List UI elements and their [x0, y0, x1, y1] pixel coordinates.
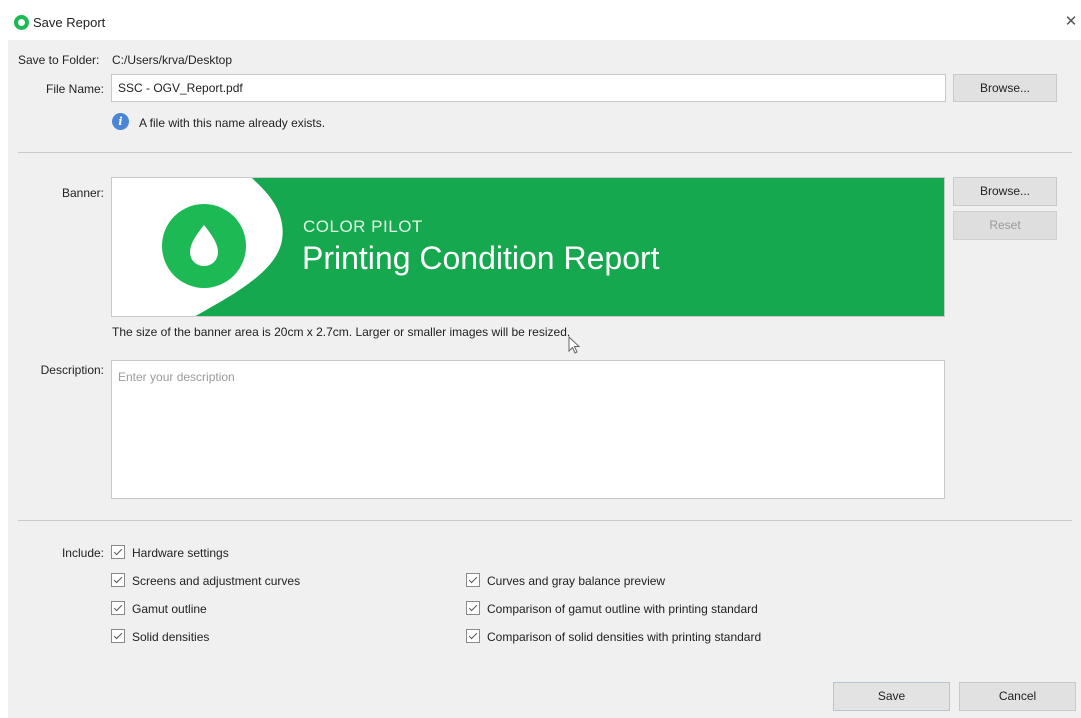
checkbox-label-solid-densities: Solid densities: [132, 630, 210, 644]
checkbox-solid-density-comparison[interactable]: [466, 629, 480, 643]
include-label: Include:: [61, 546, 104, 560]
checkbox-gamut-outline[interactable]: [111, 601, 125, 615]
checkbox-label-solid-density-comparison: Comparison of solid densities with print…: [487, 630, 762, 644]
title-bar: Save Report ✕: [8, 6, 1081, 40]
checkbox-label-gamut-comparison: Comparison of gamut outline with printin…: [487, 602, 758, 616]
window-title: Save Report: [33, 15, 106, 30]
divider-bottom: [18, 520, 1072, 521]
banner-label: Banner:: [61, 186, 104, 200]
close-icon[interactable]: ✕: [1062, 13, 1080, 31]
save-report-dialog: Save Report ✕ Save to Folder: C:/Users/k…: [8, 6, 1081, 718]
checkbox-hardware-settings[interactable]: [111, 545, 125, 559]
file-name-input[interactable]: [111, 74, 946, 102]
save-to-folder-label: Save to Folder:: [18, 53, 100, 67]
checkbox-gamut-comparison[interactable]: [466, 601, 480, 615]
cancel-button[interactable]: Cancel: [959, 682, 1076, 711]
checkbox-curves-gray-balance[interactable]: [466, 573, 480, 587]
color-pilot-app-icon: [14, 15, 29, 30]
save-to-folder-value: C:/Users/krva/Desktop: [112, 53, 233, 67]
banner-browse-button[interactable]: Browse...: [953, 177, 1057, 206]
file-browse-button[interactable]: Browse...: [953, 74, 1057, 102]
checkbox-label-curves-gray-balance: Curves and gray balance preview: [487, 574, 666, 588]
description-label: Description:: [40, 363, 104, 377]
checkbox-label-hardware-settings: Hardware settings: [132, 546, 229, 560]
banner-image-preview: COLOR PILOT Printing Condition Report: [111, 177, 945, 317]
save-button[interactable]: Save: [833, 682, 950, 711]
checkbox-label-screens-adjustment-curves: Screens and adjustment curves: [132, 574, 301, 588]
checkbox-solid-densities[interactable]: [111, 629, 125, 643]
banner-size-note: The size of the banner area is 20cm x 2.…: [112, 325, 571, 339]
checkbox-label-gamut-outline: Gamut outline: [132, 602, 207, 616]
banner-reset-button[interactable]: Reset: [953, 211, 1057, 240]
banner-title: Printing Condition Report: [302, 240, 660, 276]
divider-top: [18, 152, 1072, 153]
file-name-label: File Name:: [45, 82, 104, 96]
info-icon: i: [112, 113, 129, 130]
mouse-cursor-icon: [568, 336, 581, 354]
file-exists-message: A file with this name already exists.: [139, 116, 326, 130]
checkbox-screens-adjustment-curves[interactable]: [111, 573, 125, 587]
banner-subtitle: COLOR PILOT: [303, 217, 423, 236]
description-textarea[interactable]: Enter your description: [111, 360, 945, 499]
